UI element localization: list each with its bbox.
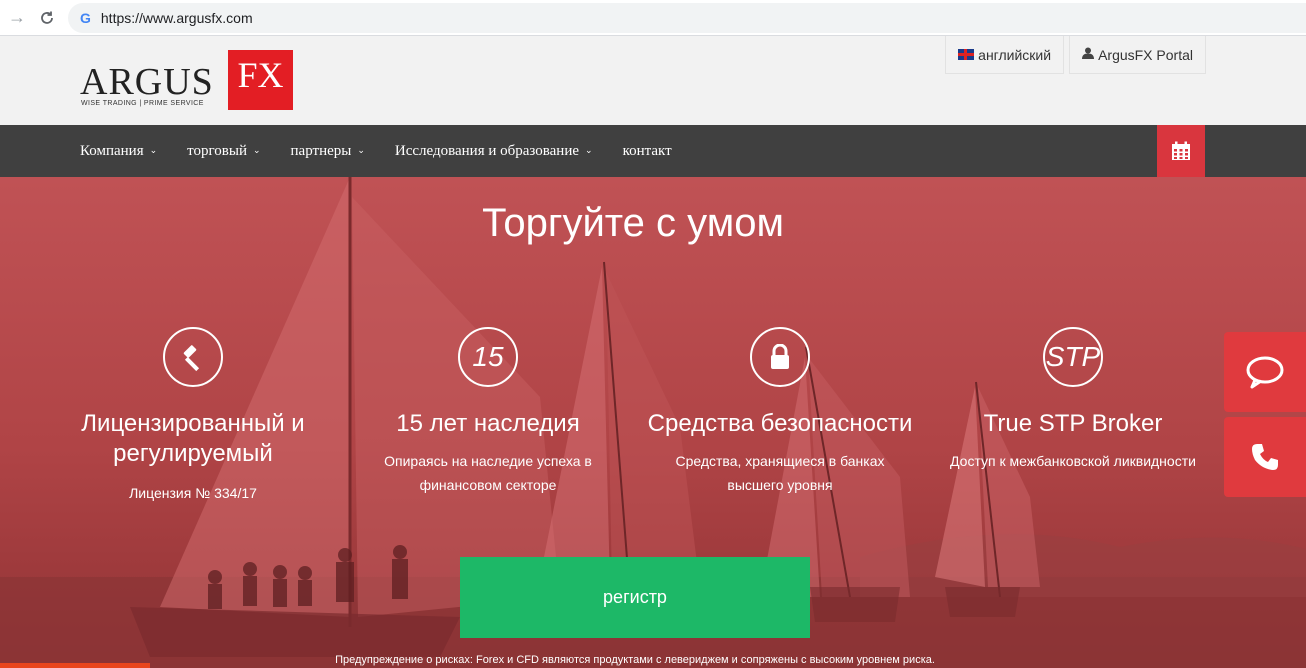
url-text: https://www.argusfx.com [100, 10, 253, 26]
nav-item-trading[interactable]: торговый ⌄ [187, 143, 260, 160]
register-button[interactable]: регистр [460, 557, 810, 638]
feature-title-line1: Лицензированный и [81, 410, 305, 437]
feature-title-line1: True STP Broker [983, 410, 1163, 437]
chat-icon [1246, 356, 1284, 389]
risk-warning: Предупреждение о рисках: Forex и CFD явл… [335, 654, 935, 666]
orange-accent-strip [0, 663, 150, 668]
back-arrow-icon[interactable]: → [2, 3, 32, 33]
phone-button[interactable] [1224, 417, 1306, 497]
feature-title-line1: 15 лет наследия [396, 410, 580, 437]
hero-title: Торгуйте с умом [482, 201, 784, 245]
feature-heritage: 15 15 лет наследия Опираясь на наследие … [353, 327, 623, 497]
portal-label: ArgusFX Portal [1098, 46, 1193, 63]
chevron-down-icon: ⌄ [585, 146, 593, 156]
chat-button[interactable] [1224, 332, 1306, 412]
nav-item-label: Компания [80, 142, 144, 159]
language-label: английский [978, 46, 1052, 63]
feature-text-line1: Доступ к межбанковской ликвидности [950, 453, 1196, 469]
feature-text-line2: финансовом секторе [419, 477, 557, 493]
feature-text-line2: высшего уровня [727, 477, 833, 493]
user-icon [1082, 47, 1095, 62]
lock-icon [750, 327, 810, 387]
phone-icon [1252, 444, 1278, 470]
nav-item-label: Исследования и образование [394, 142, 580, 159]
feature-text-line1: Средства, хранящиеся в банках [675, 453, 885, 469]
logo-fx-box: FX [228, 50, 293, 110]
argusfx-logo[interactable]: ARGUS WISE TRADING | PRIME SERVICE FX [80, 50, 295, 110]
feature-funds-security: Средства безопасности Средства, хранящие… [645, 327, 915, 497]
nav-item-label: торговый [187, 142, 247, 159]
chevron-down-icon: ⌄ [357, 146, 365, 156]
feature-text-line1: Лицензия № 334/17 [129, 485, 257, 501]
calendar-button[interactable] [1157, 125, 1205, 177]
feature-stp-broker: STP True STP Broker Доступ к межбанковск… [938, 327, 1208, 473]
reload-icon[interactable] [32, 3, 62, 33]
nav-item-research[interactable]: Исследования и образование ⌄ [395, 143, 593, 160]
main-navigation: Компания ⌄ торговый ⌄ партнеры ⌄ Исследо… [0, 125, 1306, 177]
chevron-down-icon: ⌄ [149, 146, 158, 156]
browser-toolbar: → G https://www.argusfx.com [0, 0, 1306, 36]
address-bar[interactable]: G https://www.argusfx.com [68, 3, 1306, 33]
nav-item-label: партнеры [290, 142, 352, 159]
language-selector[interactable]: английский [945, 36, 1065, 74]
feature-title-line2: регулируемый [113, 440, 273, 467]
feature-title-line1: Средства безопасности [647, 410, 913, 437]
nav-item-label: контакт [622, 142, 672, 159]
site-header: ARGUS WISE TRADING | PRIME SERVICE FX ан… [0, 36, 1306, 125]
chevron-down-icon: ⌄ [252, 146, 261, 156]
logo-main-text: ARGUS [80, 61, 214, 103]
nav-item-company[interactable]: Компания ⌄ [80, 143, 157, 160]
calendar-icon [1172, 141, 1190, 160]
stp-icon: STP [1043, 327, 1103, 387]
google-icon: G [80, 10, 91, 26]
nav-item-partners[interactable]: партнеры ⌄ [291, 143, 365, 160]
feature-text-line1: Опираясь на наследие успеха в [384, 453, 592, 469]
portal-link[interactable]: ArgusFX Portal [1069, 36, 1206, 74]
uk-flag-icon [958, 49, 975, 60]
fifteen-icon: 15 [458, 327, 518, 387]
nav-item-contact[interactable]: контакт [623, 143, 672, 160]
top-links: английский ArgusFX Portal [945, 36, 1206, 74]
hero-banner: Торгуйте с умом Лицензированный и регули… [0, 177, 1306, 668]
gavel-icon [163, 327, 223, 387]
logo-tagline: WISE TRADING | PRIME SERVICE [81, 100, 204, 107]
feature-licensed: Лицензированный и регулируемый Лицензия … [58, 327, 328, 505]
